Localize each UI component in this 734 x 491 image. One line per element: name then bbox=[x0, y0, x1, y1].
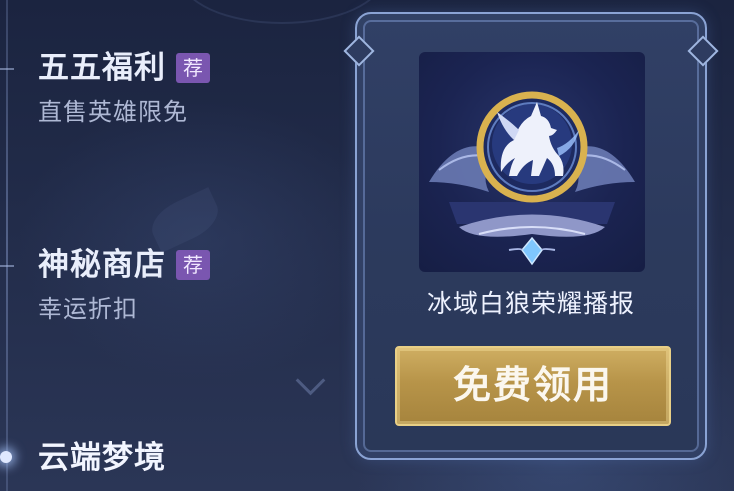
menu-item-cloud-dreamland[interactable]: 云端梦境 bbox=[38, 440, 166, 476]
menu-title-row: 云端梦境 bbox=[38, 440, 166, 476]
menu-title-row: 神秘商店 荐 bbox=[38, 247, 210, 283]
card-corner-ornament bbox=[343, 35, 375, 67]
timeline-tick bbox=[0, 265, 14, 267]
menu-item-mystery-shop[interactable]: 神秘商店 荐 幸运折扣 bbox=[38, 247, 210, 323]
reward-card: 冰域白狼荣耀播报 免费领用 bbox=[343, 12, 719, 460]
menu-item-title: 五五福利 bbox=[38, 50, 166, 86]
timeline-line bbox=[6, 0, 8, 491]
recommend-badge: 荐 bbox=[176, 250, 210, 280]
menu-item-subtitle: 直售英雄限免 bbox=[38, 98, 188, 126]
menu-item-title: 云端梦境 bbox=[38, 440, 166, 476]
claim-free-button[interactable]: 免费领用 bbox=[395, 346, 671, 426]
menu-item-title: 神秘商店 bbox=[38, 247, 166, 283]
timeline-active-dot bbox=[0, 451, 12, 463]
menu-item-subtitle: 幸运折扣 bbox=[38, 295, 138, 323]
white-wolf-emblem-icon bbox=[419, 52, 645, 272]
background-leaf-decoration bbox=[144, 187, 226, 253]
event-page: 五五福利 荐 直售英雄限免 神秘商店 荐 幸运折扣 云端梦境 冰域白狼荣耀播报 … bbox=[0, 0, 734, 491]
timeline-tick bbox=[0, 68, 14, 70]
card-corner-ornament bbox=[687, 35, 719, 67]
background-arc-decoration bbox=[180, 0, 384, 24]
menu-title-row: 五五福利 荐 bbox=[38, 50, 210, 86]
background-chevron-decoration bbox=[295, 365, 326, 396]
menu-item-wuwu-welfare[interactable]: 五五福利 荐 直售英雄限免 bbox=[38, 50, 210, 126]
recommend-badge: 荐 bbox=[176, 53, 210, 83]
reward-name: 冰域白狼荣耀播报 bbox=[426, 289, 635, 318]
